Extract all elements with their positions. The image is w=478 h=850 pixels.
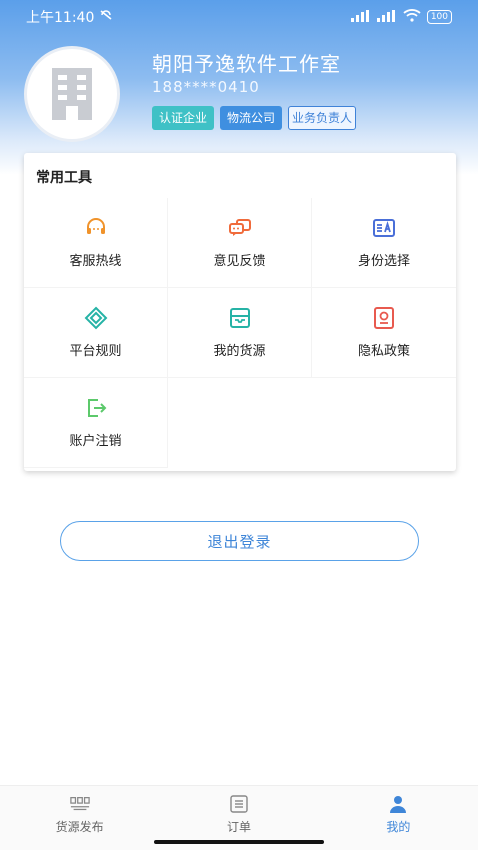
signal-icon-2 [376,9,397,25]
tools-title: 常用工具 [36,170,92,186]
tool-feedback[interactable]: 意见反馈 [168,198,312,288]
tool-label: 我的货源 [213,344,266,359]
tab-label: 我的 [386,820,411,834]
tab-label: 订单 [226,820,251,834]
tool-platform-rules[interactable]: 平台规则 [24,288,168,378]
company-name: 朝阳予逸软件工作室 [152,52,341,76]
tab-label: 货源发布 [55,820,104,834]
tool-account-cancel[interactable]: 账户注销 [24,378,168,468]
wifi-icon [403,9,421,25]
company-avatar[interactable] [24,46,120,142]
tools-card: 常用工具 客服热线 意见反馈 身份选择 平台规则 我的货源 隐私政策 账户注销 [24,153,456,471]
tool-my-cargo[interactable]: 我的货源 [168,288,312,378]
tab-mine[interactable]: 我的 [319,786,478,850]
building-icon [44,62,100,126]
tool-grid: 客服热线 意见反馈 身份选择 平台规则 我的货源 隐私政策 账户注销 [24,198,456,468]
no-disturb-icon [98,8,114,26]
tool-label: 意见反馈 [213,254,266,269]
privacy-shield-icon [372,306,396,330]
logout-arrow-icon [84,396,108,420]
tab-cargo-publish[interactable]: 货源发布 [0,786,159,850]
tool-label: 账户注销 [69,434,122,449]
tag-role: 业务负责人 [288,106,357,130]
cargo-box-icon [228,306,252,330]
logout-button[interactable]: 退出登录 [60,521,419,561]
chat-bubbles-icon [228,216,252,240]
tag-certified: 认证企业 [152,106,215,130]
profile-tags: 认证企业 物流公司 业务负责人 [152,106,357,130]
tool-identity[interactable]: 身份选择 [312,198,456,288]
tool-privacy-policy[interactable]: 隐私政策 [312,288,456,378]
tool-label: 隐私政策 [357,344,410,359]
order-list-icon [229,795,249,813]
status-bar: 上午11:40 100 [0,0,478,34]
status-left: 上午11:40 [26,7,114,27]
tool-customer-service[interactable]: 客服热线 [24,198,168,288]
tool-label: 客服热线 [69,254,122,269]
cargo-publish-icon [69,795,90,813]
battery-indicator: 100 [426,10,452,24]
diamond-rules-icon [84,306,108,330]
home-indicator [154,840,324,844]
signal-icon [350,9,371,25]
status-time: 上午11:40 [26,10,95,26]
tool-label: 身份选择 [357,254,410,269]
status-right: 100 [350,9,452,25]
person-icon [388,795,408,813]
phone-number: 188****0410 [152,78,260,96]
id-card-icon [372,216,396,240]
headset-icon [84,216,108,240]
tag-logistics: 物流公司 [220,106,283,130]
tool-label: 平台规则 [69,344,122,359]
